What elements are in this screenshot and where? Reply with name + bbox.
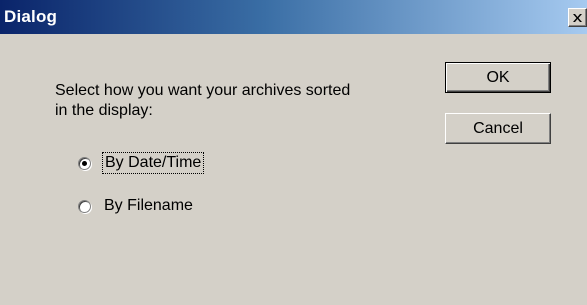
ok-button[interactable]: OK (445, 62, 551, 93)
radio-label-by-filename[interactable]: By Filename (104, 197, 193, 215)
radio-button-selected-icon[interactable] (78, 156, 91, 170)
radio-button-unselected-icon[interactable] (78, 199, 91, 213)
prompt-line-2: in the display: (55, 102, 153, 119)
cancel-button[interactable]: Cancel (445, 113, 551, 144)
radio-dot-icon (82, 160, 87, 166)
radio-by-filename[interactable]: By Filename (78, 196, 193, 216)
sort-prompt-text: Select how you want your archives sorted… (55, 81, 415, 121)
close-icon (573, 13, 582, 22)
dialog-window: Dialog Select how you want your archives… (0, 0, 587, 305)
prompt-line-1: Select how you want your archives sorted (55, 82, 351, 99)
title-bar[interactable]: Dialog (0, 0, 587, 34)
window-title: Dialog (4, 7, 58, 26)
radio-by-date-time[interactable]: By Date/Time (78, 152, 205, 174)
radio-label-by-date-time[interactable]: By Date/Time (101, 152, 205, 174)
close-button[interactable] (568, 8, 587, 27)
